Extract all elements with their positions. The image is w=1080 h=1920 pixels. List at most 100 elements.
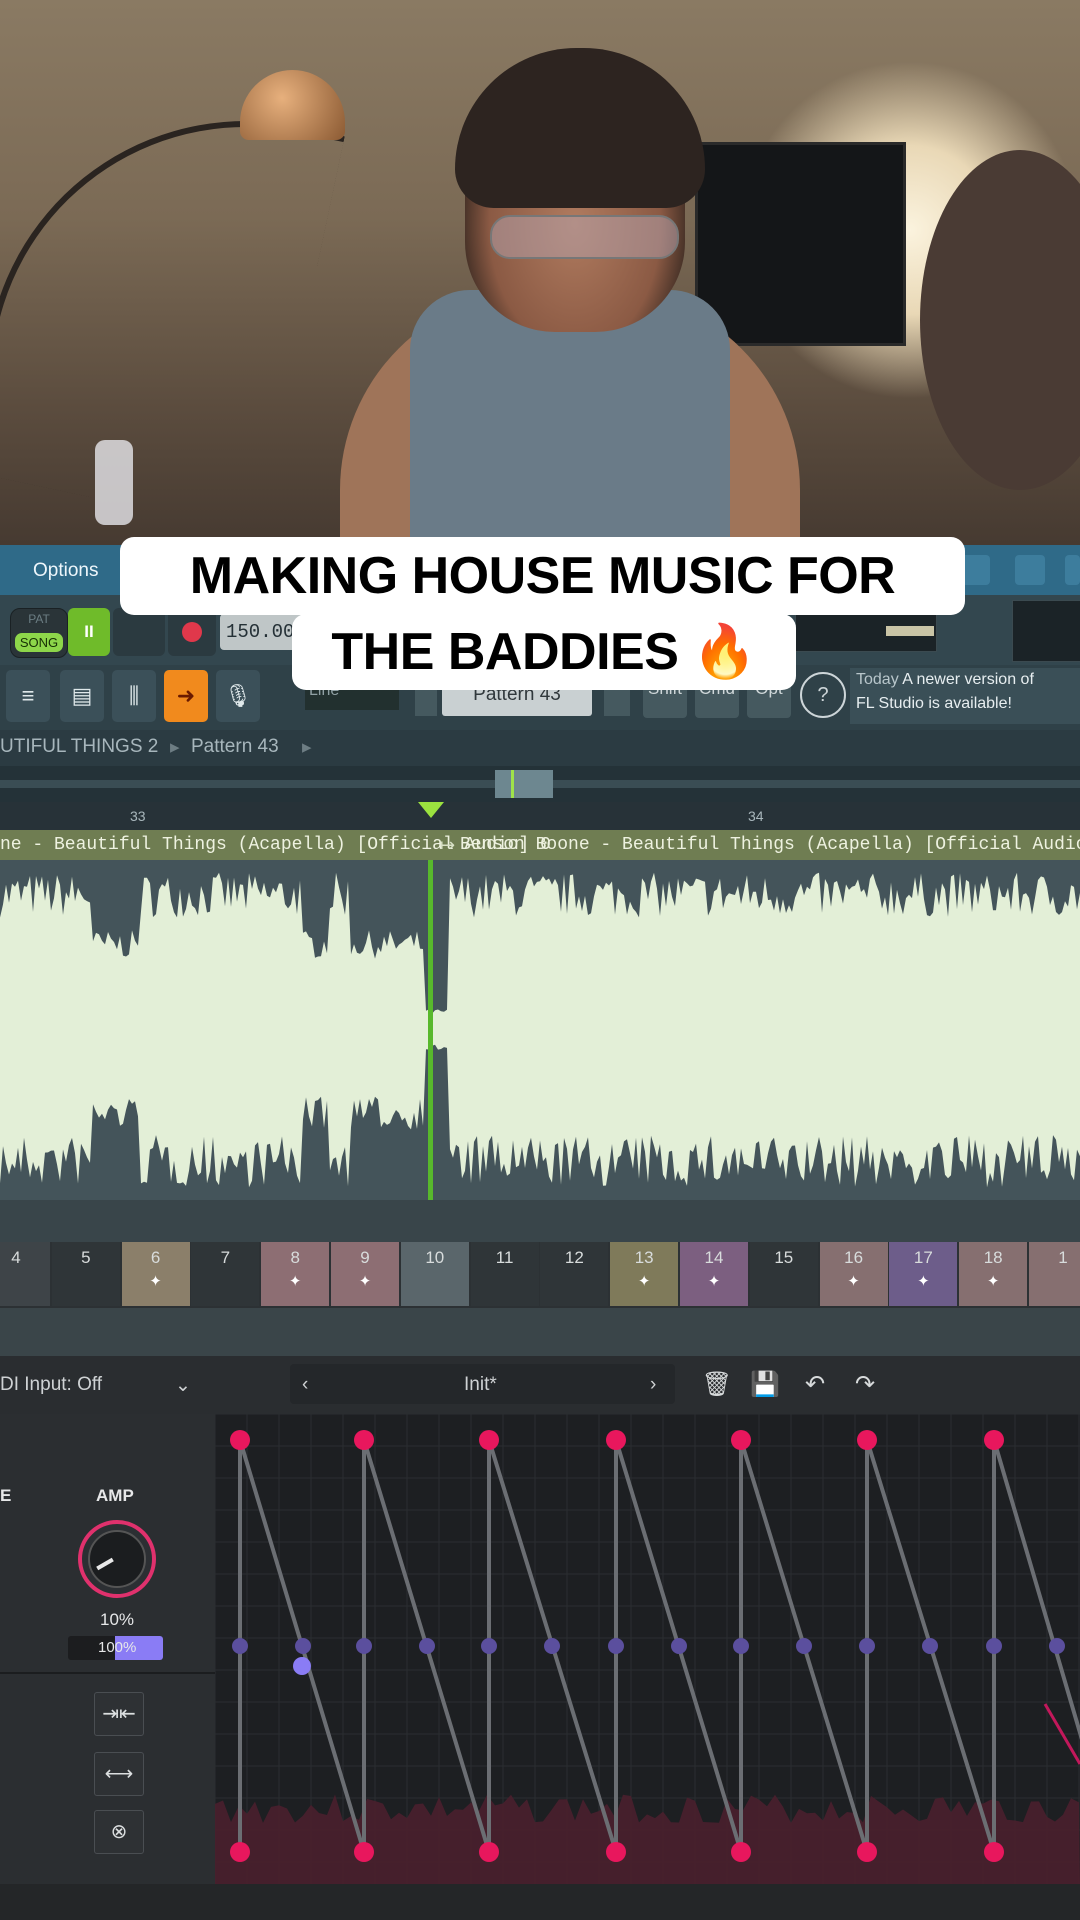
channel-slot[interactable]: 4 [0,1242,50,1306]
options-menu[interactable]: Options [33,560,98,582]
bar-number: 33 [130,808,146,824]
breadcrumb-song[interactable]: UTIFUL THINGS 2 [0,736,158,758]
empty-track[interactable] [0,1308,1080,1356]
preset-prev-icon[interactable]: ‹ [302,1374,308,1396]
selected-point[interactable] [293,1657,311,1675]
mixer-icon[interactable]: ⫼ [112,670,156,722]
television [695,142,906,346]
channel-slot[interactable]: 14 ✦ [680,1242,748,1306]
channel-slot[interactable]: 17 ✦ [889,1242,958,1306]
channel-slot[interactable]: 9 ✦ [331,1242,399,1306]
bottom-point[interactable] [857,1842,877,1862]
knob-face [88,1530,146,1588]
channel-number: 10 [425,1248,445,1267]
clear-icon[interactable]: ⊗ [94,1810,144,1854]
top-point[interactable] [606,1430,626,1450]
audio-waveform[interactable] [0,860,1080,1200]
envelope-svg [215,1414,1080,1884]
bottom-point[interactable] [731,1842,751,1862]
bottom-point[interactable] [606,1842,626,1862]
undo-icon[interactable]: ↶ [798,1368,832,1402]
trash-icon[interactable]: 🗑 [700,1368,734,1402]
midi-input-select[interactable]: DI Input: Off [0,1374,102,1396]
pause-button[interactable]: II [68,608,110,656]
top-point[interactable] [479,1430,499,1450]
expand-icon[interactable]: ⟷ [94,1752,144,1796]
amp-knob[interactable] [78,1520,156,1598]
mid-point[interactable] [986,1638,1002,1654]
shield-icon[interactable] [1015,555,1045,585]
user-icon[interactable] [1065,555,1080,585]
preset-name[interactable]: Init* [464,1374,497,1396]
curve-point[interactable] [671,1638,687,1654]
playlist-overview[interactable] [0,766,1080,802]
breadcrumb-pattern[interactable]: Pattern 43 [191,736,279,758]
hair [455,48,705,208]
bottom-point[interactable] [479,1842,499,1862]
waveform-shape [0,872,1080,1188]
channel-strip: 4 5 6 ✦ 7 8 ✦ 9 ✦ 10 11 12 13 ✦ 14 ✦ 15 16 ✦ 17 ✦ 18 ✦ 1 [0,1242,1080,1308]
channel-slot[interactable]: 15 [749,1242,818,1306]
curve-point[interactable] [1049,1638,1065,1654]
curve-point[interactable] [419,1638,435,1654]
sample-icon: ✦ [288,1273,302,1290]
piano-roll-icon[interactable]: ▤ [60,670,104,722]
mid-point[interactable] [733,1638,749,1654]
caption-text-2: THE BADDIES [331,623,679,681]
channel-slot[interactable]: 8 ✦ [261,1242,330,1306]
overview-scroll-thumb[interactable] [495,770,553,798]
bottom-point[interactable] [230,1842,250,1862]
help-icon[interactable]: ? [800,672,846,718]
top-point[interactable] [857,1430,877,1450]
oscilloscope-monitor [1012,600,1080,662]
top-point[interactable] [731,1430,751,1450]
timeline-ruler[interactable]: 33 34 [0,802,1080,830]
mid-point[interactable] [608,1638,624,1654]
top-point[interactable] [354,1430,374,1450]
curve-point[interactable] [922,1638,938,1654]
channel-slot[interactable]: 13 ✦ [610,1242,679,1306]
mid-point[interactable] [232,1638,248,1654]
channel-slot[interactable]: 5 [51,1242,120,1306]
audio-trace [215,1794,1080,1884]
curve-point[interactable] [295,1638,311,1654]
bottom-point[interactable] [354,1842,374,1862]
breadcrumb-separator-icon: ▸ [302,737,312,758]
channel-slot[interactable]: 6 ✦ [121,1242,190,1306]
audio-clip-header[interactable]: ne - Beautiful Things (Acapella) [Offici… [0,830,1080,860]
sample-icon: ✦ [986,1273,1000,1290]
redo-icon[interactable]: ↷ [848,1368,882,1402]
channel-slot[interactable]: 16 ✦ [819,1242,888,1306]
playlist-icon[interactable]: ≡ [6,670,50,722]
chevron-down-icon[interactable]: ⌄ [175,1374,191,1397]
mid-point[interactable] [481,1638,497,1654]
microphone-icon[interactable]: 🎙 [216,670,260,722]
top-point[interactable] [230,1430,250,1450]
preset-next-icon[interactable]: › [650,1374,656,1396]
hint-line1: A newer version of [902,671,1034,688]
amp-slider[interactable]: 100% [68,1636,163,1660]
bottom-point[interactable] [984,1842,1004,1862]
compress-icon[interactable]: ⇥⇤ [94,1692,144,1736]
channel-slot[interactable]: 1 [1029,1242,1080,1306]
empty-track[interactable] [0,1200,1080,1242]
curve-point[interactable] [796,1638,812,1654]
channel-slot[interactable]: 12 [540,1242,609,1306]
pat-song-toggle[interactable]: PAT SONG [10,608,68,658]
stop-button[interactable] [113,608,165,656]
channel-slot[interactable]: 7 [191,1242,260,1306]
channel-slot[interactable]: 11 [470,1242,539,1306]
channel-slot[interactable]: 10 [400,1242,469,1306]
arrow-tool-icon[interactable]: ➜ [164,670,208,722]
channel-number: 18 [983,1248,1003,1267]
channel-number: 15 [774,1248,794,1267]
mid-point[interactable] [356,1638,372,1654]
playhead-marker[interactable] [418,802,444,818]
curve-point[interactable] [544,1638,560,1654]
top-point[interactable] [984,1430,1004,1450]
lfo-envelope-graph[interactable] [215,1414,1080,1884]
save-icon[interactable]: 💾 [748,1368,782,1402]
record-button[interactable] [168,608,216,656]
mid-point[interactable] [859,1638,875,1654]
channel-slot[interactable]: 18 ✦ [959,1242,1028,1306]
